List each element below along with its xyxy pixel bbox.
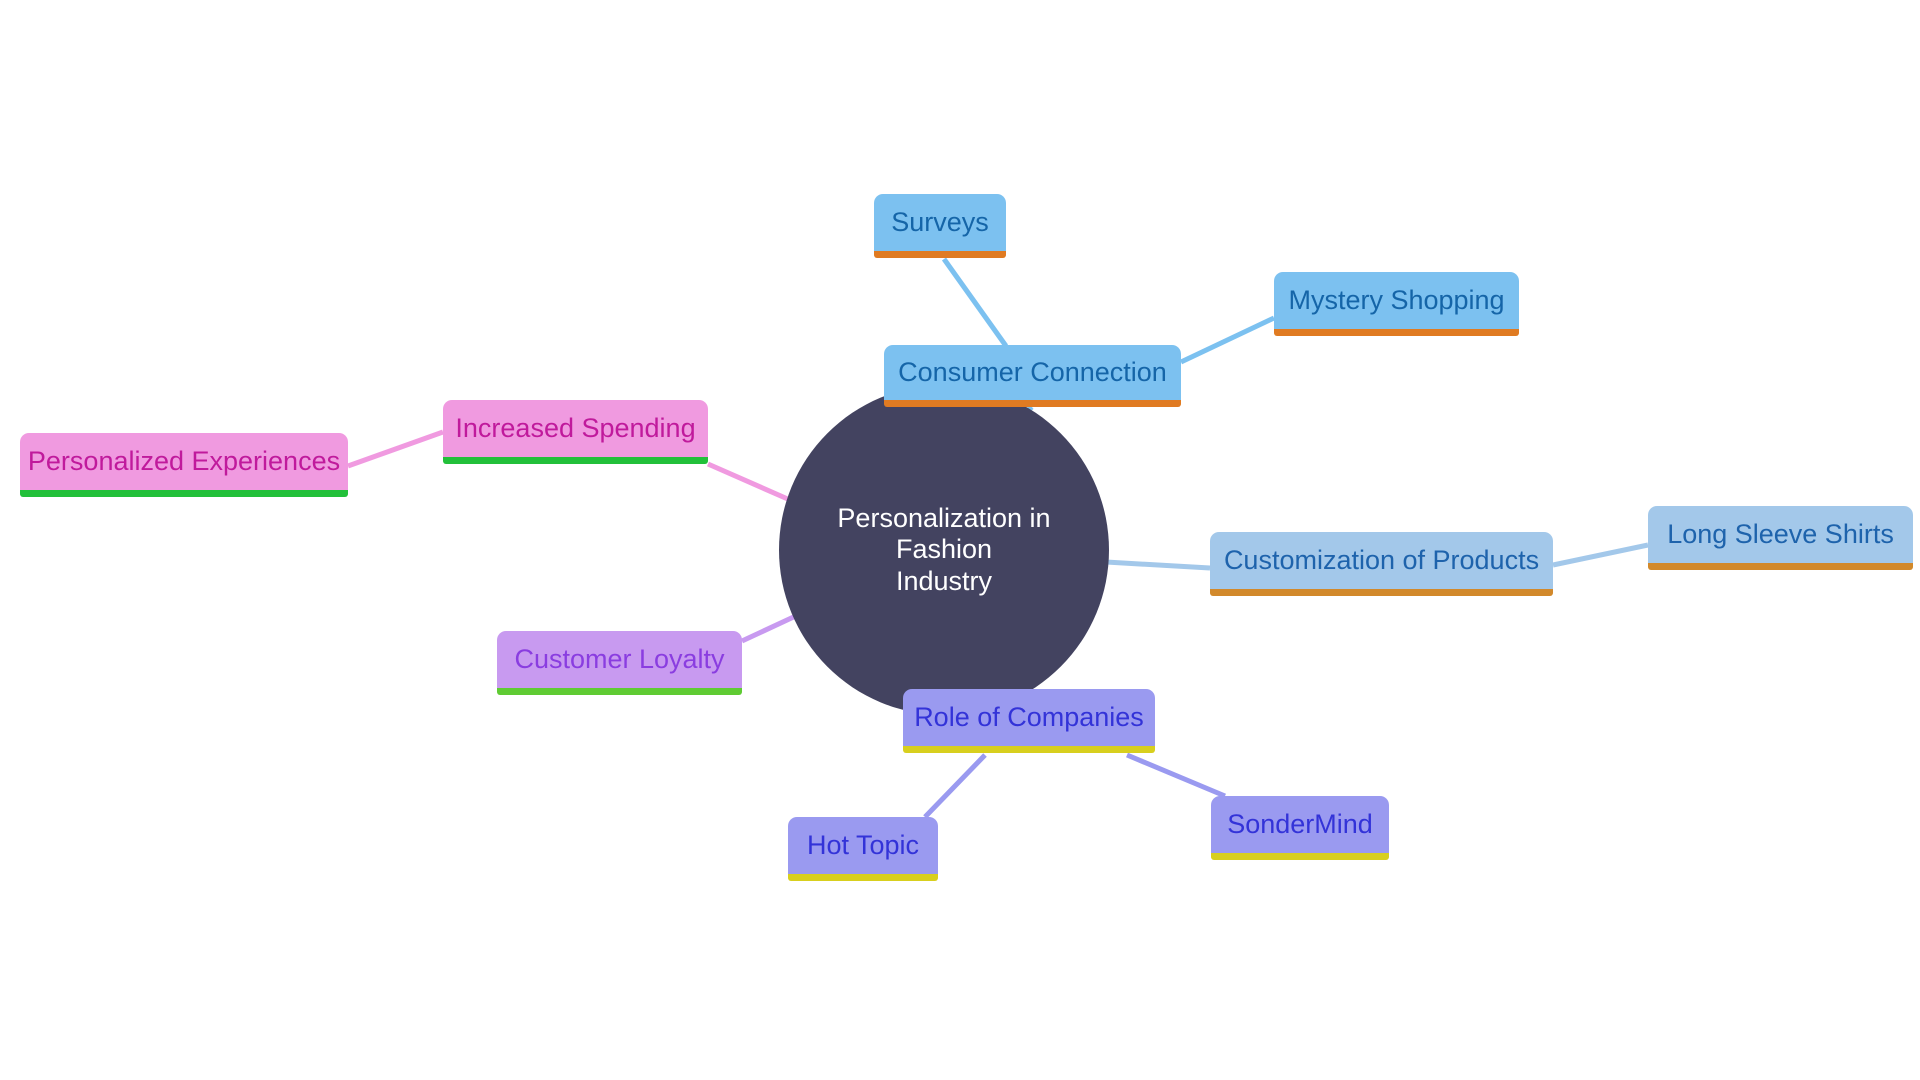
node-label-increased-spending: Increased Spending xyxy=(455,412,696,443)
node-label-personalized-experiences: Personalized Experiences xyxy=(27,445,341,476)
node-label-sondermind: SonderMind xyxy=(1227,808,1373,839)
edge-consumer-connection-surveys xyxy=(941,257,1009,348)
node-mystery-shopping[interactable]: Mystery Shopping xyxy=(1274,272,1519,336)
edge-role-hot-topic xyxy=(923,753,987,819)
node-label-mystery-shopping: Mystery Shopping xyxy=(1288,284,1505,315)
node-personalized-experiences[interactable]: Personalized Experiences xyxy=(20,433,348,497)
root-label-line1: Personalization in Fashion xyxy=(837,503,1051,565)
node-hot-topic[interactable]: Hot Topic xyxy=(788,817,938,881)
root-label-line2: Industry xyxy=(895,565,993,596)
node-consumer-connection[interactable]: Consumer Connection xyxy=(884,345,1181,407)
edge-root-customization xyxy=(1105,559,1211,571)
mind-map-canvas: Personalization in Fashion Industry Consum… xyxy=(0,0,1920,1080)
root-node-root[interactable]: Personalization in Fashion Industry xyxy=(779,385,1109,715)
node-role-of-companies[interactable]: Role of Companies xyxy=(903,689,1155,753)
edge-customization-long-sleeve xyxy=(1552,542,1649,568)
edge-increased-spending-personalized xyxy=(347,429,444,469)
edge-root-customer-loyalty xyxy=(740,611,802,644)
node-label-long-sleeve-shirts: Long Sleeve Shirts xyxy=(1667,518,1894,549)
node-label-role-of-companies: Role of Companies xyxy=(914,701,1144,732)
node-customization-of-products[interactable]: Customization of Products xyxy=(1210,532,1553,596)
node-surveys[interactable]: Surveys xyxy=(874,194,1006,258)
node-increased-spending[interactable]: Increased Spending xyxy=(443,400,708,464)
edge-role-sondermind xyxy=(1126,752,1226,799)
node-long-sleeve-shirts[interactable]: Long Sleeve Shirts xyxy=(1648,506,1913,570)
node-sondermind[interactable]: SonderMind xyxy=(1211,796,1389,860)
node-label-consumer-connection: Consumer Connection xyxy=(898,356,1167,387)
node-label-customer-loyalty: Customer Loyalty xyxy=(514,643,725,674)
node-label-surveys: Surveys xyxy=(891,206,989,237)
node-customer-loyalty[interactable]: Customer Loyalty xyxy=(497,631,742,695)
node-label-customization-of-products: Customization of Products xyxy=(1223,544,1540,575)
node-label-hot-topic: Hot Topic xyxy=(806,829,920,860)
edge-root-increased-spending xyxy=(706,461,792,503)
edge-consumer-connection-mystery-shopping xyxy=(1179,315,1276,365)
